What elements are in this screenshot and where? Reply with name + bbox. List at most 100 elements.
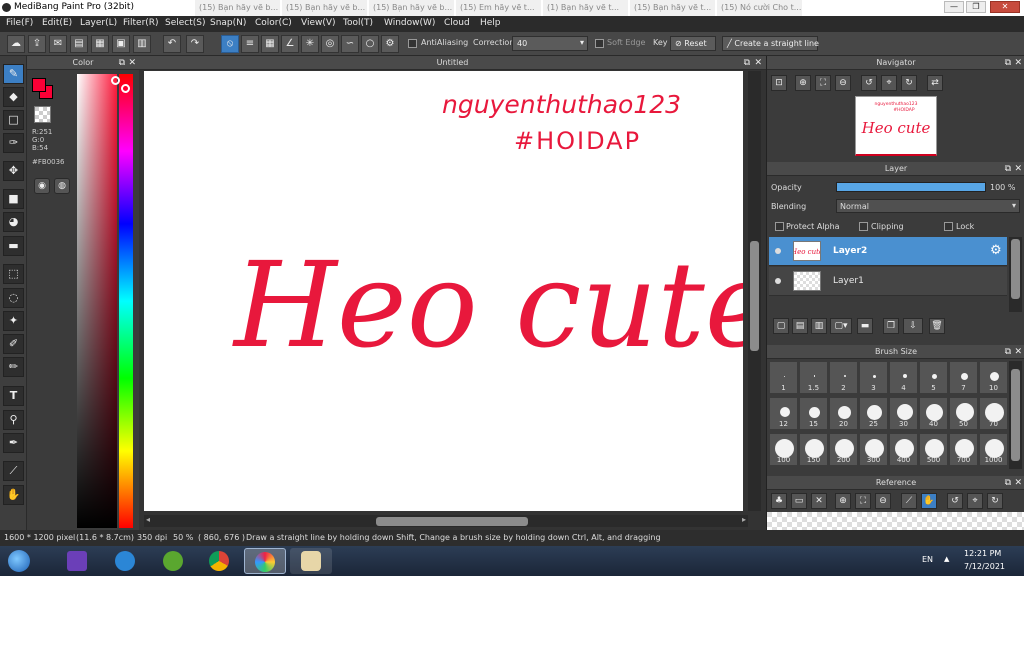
scroll-right-icon[interactable]: ▸ bbox=[742, 515, 746, 524]
menu-color[interactable]: Color(C) bbox=[255, 18, 292, 28]
close-reference-icon[interactable]: ✕ bbox=[811, 493, 827, 509]
undock-icon[interactable]: ⧉ bbox=[1005, 162, 1011, 176]
correction-select[interactable]: 40 ▾ bbox=[512, 36, 588, 51]
brush-scrollbar[interactable] bbox=[1009, 361, 1022, 469]
drawing-canvas[interactable]: nguyenthuthao123 #HOIDAP Heo cute bbox=[144, 71, 775, 511]
layer-row-layer1[interactable]: Layer1 bbox=[769, 267, 1007, 296]
navigator-preview[interactable]: nguyenthuthao123 #HOIDAP Heo cute bbox=[855, 96, 937, 156]
menu-cloud[interactable]: Cloud bbox=[444, 18, 470, 28]
undock-icon[interactable]: ⧉ bbox=[1005, 56, 1011, 70]
snap-circle-icon[interactable]: ◎ bbox=[321, 35, 339, 53]
brush-size-cell[interactable]: 300 bbox=[859, 433, 888, 466]
brush-size-cell[interactable]: 3 bbox=[859, 361, 888, 394]
hand-tool-icon[interactable]: ✋ bbox=[3, 485, 24, 505]
open-folder-icon[interactable]: ▭ bbox=[791, 493, 807, 509]
primary-color-swatch[interactable] bbox=[32, 78, 46, 92]
reference-tree-icon[interactable]: ♣ bbox=[771, 493, 787, 509]
clock-date[interactable]: 7/12/2021 bbox=[964, 562, 1005, 571]
brush-size-cell[interactable]: 30 bbox=[889, 397, 918, 430]
taskbar-paint[interactable] bbox=[290, 548, 332, 574]
fit-window-icon[interactable]: ⛶ bbox=[855, 493, 871, 509]
brush-size-cell[interactable]: 5 bbox=[919, 361, 948, 394]
menu-help[interactable]: Help bbox=[480, 18, 501, 28]
bucket-tool-icon[interactable]: ◕ bbox=[3, 212, 24, 232]
reset-rotation-icon[interactable]: ⌖ bbox=[967, 493, 983, 509]
brush-size-cell[interactable]: 50 bbox=[949, 397, 978, 430]
brush-size-cell[interactable]: 70 bbox=[979, 397, 1008, 430]
vertical-scrollbar[interactable] bbox=[748, 71, 761, 511]
snap-off-icon[interactable]: ⦸ bbox=[221, 35, 239, 53]
move-tool-icon[interactable]: ✥ bbox=[3, 161, 24, 181]
horizontal-scrollbar[interactable]: ◂ ▸ bbox=[144, 515, 748, 527]
layer-scroll-thumb[interactable] bbox=[1011, 239, 1020, 299]
merge-layer-icon[interactable]: ⇩ bbox=[903, 318, 923, 334]
eraser-tool-icon[interactable]: ◆ bbox=[3, 87, 24, 107]
taskbar-internet-explorer[interactable] bbox=[104, 548, 146, 574]
color-history-icon[interactable]: ◍ bbox=[54, 178, 70, 194]
antialiasing-checkbox[interactable] bbox=[408, 39, 417, 48]
rotate-left-icon[interactable]: ↺ bbox=[947, 493, 963, 509]
brush-size-cell[interactable]: 150 bbox=[799, 433, 828, 466]
hand-icon[interactable]: ✋ bbox=[921, 493, 937, 509]
menu-select[interactable]: Select(S) bbox=[165, 18, 206, 28]
brush-size-cell[interactable]: 12 bbox=[769, 397, 798, 430]
layer-scrollbar[interactable] bbox=[1009, 237, 1022, 312]
blending-select[interactable]: Normal ▾ bbox=[836, 199, 1020, 213]
zoom-out-icon[interactable]: ⊖ bbox=[835, 75, 851, 91]
hue-picker-handle[interactable] bbox=[121, 84, 130, 93]
rotate-right-icon[interactable]: ↻ bbox=[987, 493, 1003, 509]
close-panel-icon[interactable]: ✕ bbox=[1014, 476, 1022, 490]
new-layer-icon[interactable]: ▢ bbox=[773, 318, 789, 334]
soft-edge-checkbox[interactable] bbox=[595, 39, 604, 48]
close-button[interactable]: ✕ bbox=[990, 1, 1020, 13]
select-eraser-tool-icon[interactable]: ✏ bbox=[3, 357, 24, 377]
brush-size-cell[interactable]: 200 bbox=[829, 433, 858, 466]
undock-icon[interactable]: ⧉ bbox=[1005, 476, 1011, 490]
brush-size-cell[interactable]: 500 bbox=[919, 433, 948, 466]
taskbar-chrome[interactable] bbox=[198, 548, 240, 574]
snap-ellipse-icon[interactable]: ○ bbox=[361, 35, 379, 53]
document-icon[interactable]: ▦ bbox=[91, 35, 109, 53]
scroll-left-icon[interactable]: ◂ bbox=[146, 515, 150, 524]
blur-tool-icon[interactable]: ✑ bbox=[3, 133, 24, 153]
menu-window[interactable]: Window(W) bbox=[384, 18, 435, 28]
opacity-slider[interactable] bbox=[836, 182, 986, 192]
zoom-out-icon[interactable]: ⊖ bbox=[875, 493, 891, 509]
brush-scroll-thumb[interactable] bbox=[1011, 369, 1020, 461]
lock-checkbox[interactable] bbox=[944, 222, 953, 231]
close-panel-icon[interactable]: ✕ bbox=[128, 56, 136, 70]
clock-time[interactable]: 12:21 PM bbox=[964, 549, 1001, 558]
horizontal-scroll-thumb[interactable] bbox=[376, 517, 528, 526]
menu-filter[interactable]: Filter(R) bbox=[123, 18, 159, 28]
background-tab[interactable]: (15) Nó cười Cho t... bbox=[717, 0, 802, 16]
minimize-button[interactable]: — bbox=[944, 1, 964, 13]
visibility-eye-icon[interactable] bbox=[775, 278, 781, 284]
language-indicator[interactable]: EN bbox=[922, 555, 933, 564]
close-panel-icon[interactable]: ✕ bbox=[1014, 345, 1022, 359]
saturation-value-picker[interactable] bbox=[77, 74, 117, 528]
taskbar-visual-studio[interactable] bbox=[56, 548, 98, 574]
undock-icon[interactable]: ⧉ bbox=[1005, 345, 1011, 359]
brush-size-cell[interactable]: 700 bbox=[949, 433, 978, 466]
undo-icon[interactable]: ↶ bbox=[163, 35, 181, 53]
brush-size-cell[interactable]: 7 bbox=[949, 361, 978, 394]
background-tab[interactable]: (15) Em hãy vẽ t... bbox=[456, 0, 541, 16]
palette-icon[interactable]: ◉ bbox=[34, 178, 50, 194]
background-tab[interactable]: (15) Bạn hãy vẽ b... bbox=[282, 0, 367, 16]
eyedropper-icon[interactable]: ⟋ bbox=[901, 493, 917, 509]
brush-size-cell[interactable]: 1.5 bbox=[799, 361, 828, 394]
menu-view[interactable]: View(V) bbox=[301, 18, 336, 28]
clipping-checkbox[interactable] bbox=[859, 222, 868, 231]
materials-icon[interactable]: ▣ bbox=[112, 35, 130, 53]
duplicate-layer-icon[interactable]: ❐ bbox=[883, 318, 899, 334]
flip-icon[interactable]: ⇄ bbox=[927, 75, 943, 91]
background-tab[interactable]: (15) Bạn hãy vẽ t... bbox=[630, 0, 715, 16]
close-panel-icon[interactable]: ✕ bbox=[1014, 162, 1022, 176]
dot-tool-icon[interactable]: □ bbox=[3, 110, 24, 130]
layer-row-layer2[interactable]: Heo cute Layer2 ⚙ bbox=[769, 237, 1007, 266]
brush-size-cell[interactable]: 40 bbox=[919, 397, 948, 430]
eyedropper-tool-icon[interactable]: ⟋ bbox=[3, 461, 24, 481]
taskbar-medibang[interactable] bbox=[244, 548, 286, 574]
brush-tool-icon[interactable]: ✎ bbox=[3, 64, 24, 84]
zoom-in-icon[interactable]: ⊕ bbox=[835, 493, 851, 509]
